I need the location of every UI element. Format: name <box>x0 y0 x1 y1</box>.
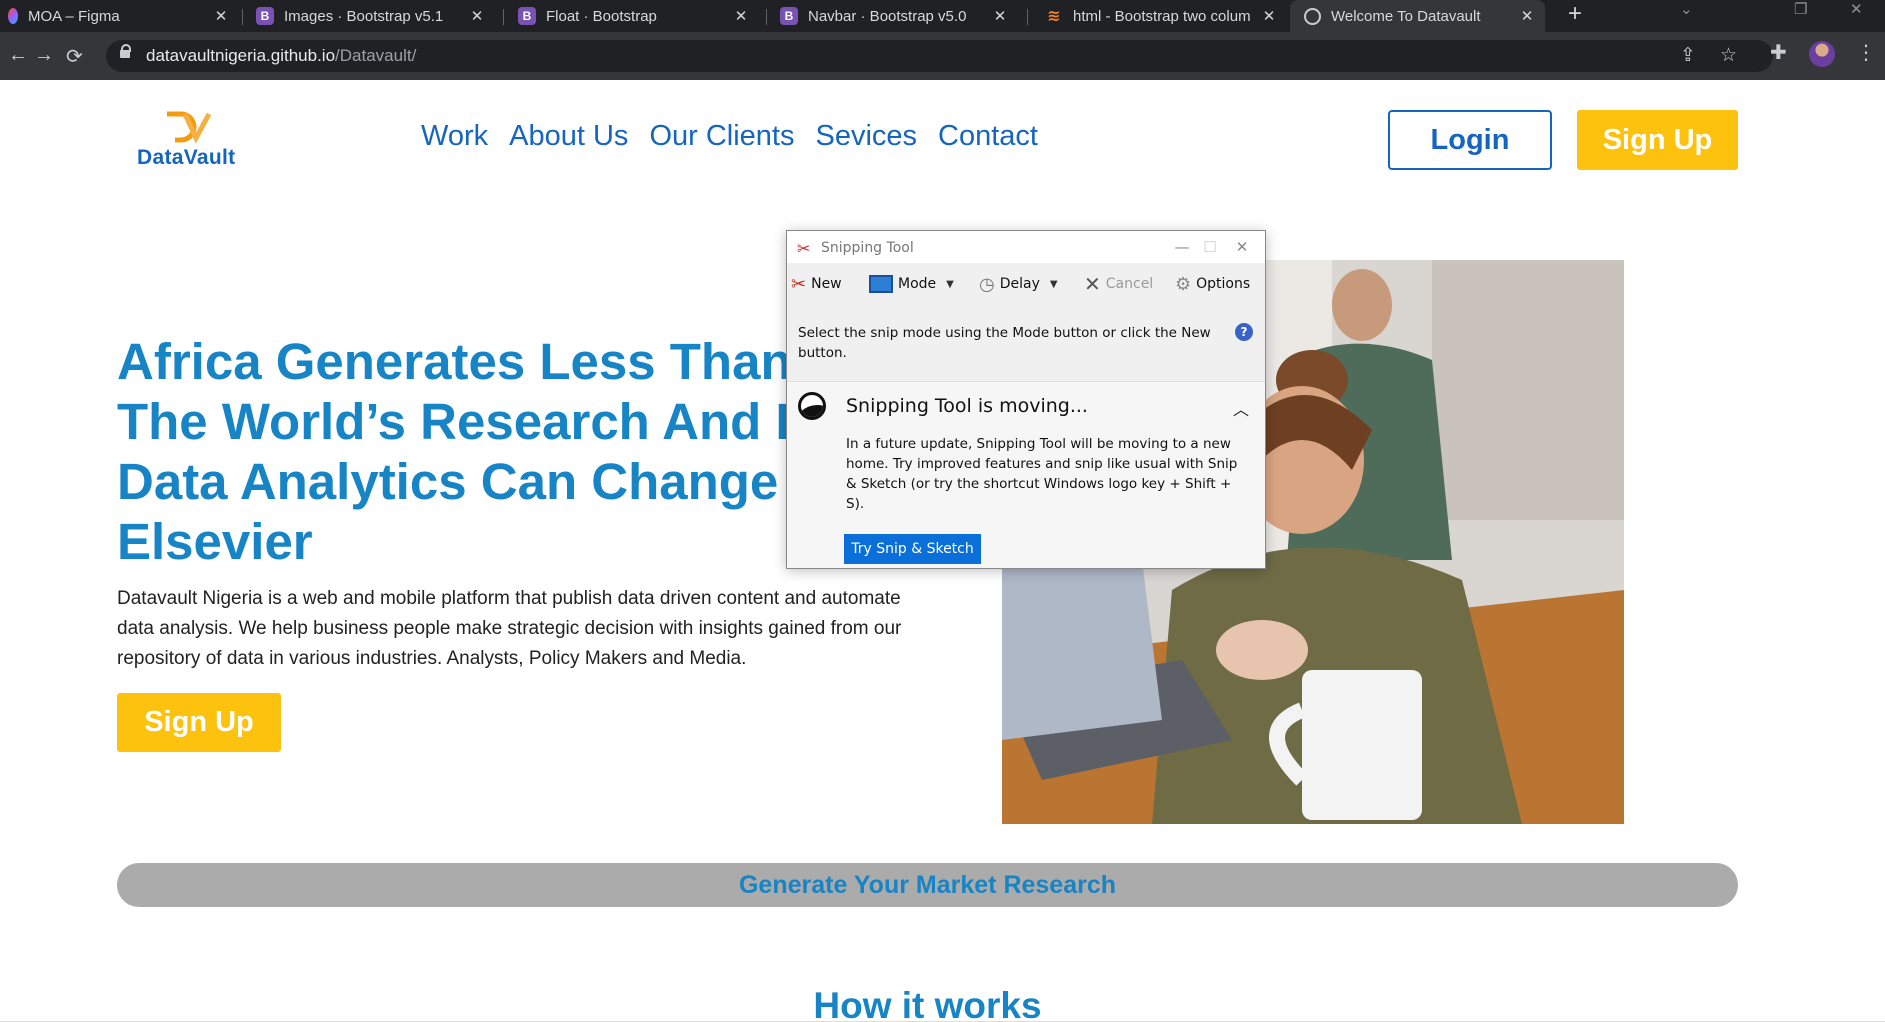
lock-icon <box>120 44 131 61</box>
tab-stackoverflow[interactable]: ≋ html - Bootstrap two colum ✕ <box>1045 0 1279 32</box>
notice-heading: Snipping Tool is moving... <box>846 395 1088 417</box>
signup-button-hero[interactable]: Sign Up <box>117 693 281 752</box>
url-path: /Datavault/ <box>335 46 417 65</box>
nav-our-clients[interactable]: Our Clients <box>649 120 794 153</box>
snipping-tool-titlebar[interactable]: ✂ Snipping Tool — ☐ ✕ <box>787 231 1265 263</box>
options-label: Options <box>1196 276 1251 292</box>
url-host: datavaultnigeria.github.io <box>146 46 336 65</box>
forward-icon[interactable]: → <box>34 44 54 67</box>
help-icon[interactable]: ? <box>1235 323 1253 341</box>
tab-datavault[interactable]: Welcome To Datavault ✕ <box>1290 0 1545 32</box>
tab-title: Images · Bootstrap v5.1 <box>284 7 444 25</box>
new-snip-button[interactable]: ✂ New <box>791 269 842 299</box>
tab-search-icon[interactable]: ⌄ <box>1680 0 1693 22</box>
window-title: Snipping Tool <box>821 240 914 256</box>
nav-about-us[interactable]: About Us <box>509 120 628 153</box>
close-window-icon[interactable]: ✕ <box>1850 0 1863 22</box>
bootstrap-icon: B <box>518 7 536 25</box>
tab-title: Welcome To Datavault <box>1331 7 1481 25</box>
browser-menu-icon[interactable]: ⋮ <box>1856 40 1876 65</box>
gear-icon: ⚙ <box>1175 273 1192 295</box>
dropdown-caret-icon: ▼ <box>946 278 954 290</box>
how-it-works-heading: How it works <box>813 985 1042 1022</box>
tab-title: Float · Bootstrap <box>546 7 657 25</box>
nav-services[interactable]: Sevices <box>815 120 917 153</box>
browser-tab-bar: MOA – Figma ✕ B Images · Bootstrap v5.1 … <box>0 0 1885 32</box>
new-tab-icon[interactable]: + <box>1568 0 1582 28</box>
extensions-puzzle-icon[interactable]: ✚ <box>1770 40 1787 65</box>
tab-float-bootstrap[interactable]: B Float · Bootstrap ✕ <box>518 0 751 32</box>
dropdown-caret-icon: ▼ <box>1049 278 1058 290</box>
nav-work[interactable]: Work <box>421 120 488 153</box>
chevron-up-icon[interactable]: ︿ <box>1233 396 1249 420</box>
moving-notice-panel: Snipping Tool is moving... ︿ In a future… <box>787 381 1265 568</box>
bootstrap-icon: B <box>780 7 798 25</box>
hero-description: Datavault Nigeria is a web and mobile pl… <box>117 588 902 669</box>
tab-images-bootstrap[interactable]: B Images · Bootstrap v5.1 ✕ <box>256 0 487 32</box>
close-icon[interactable]: ✕ <box>467 6 487 26</box>
browser-toolbar: ← → ⟳ datavaultnigeria.github.io/Datavau… <box>0 32 1885 80</box>
delay-button[interactable]: ◷ Delay ▼ <box>979 269 1058 299</box>
close-icon[interactable]: ✕ <box>731 6 751 26</box>
mode-button[interactable]: Mode ▼ <box>869 269 954 299</box>
cancel-label: Cancel <box>1105 276 1154 292</box>
back-icon[interactable]: ← <box>8 44 28 67</box>
x-icon: ✕ <box>1084 272 1101 296</box>
tab-title: html - Bootstrap two colum <box>1073 7 1251 25</box>
close-icon[interactable]: ✕ <box>1517 6 1537 26</box>
close-icon[interactable]: ✕ <box>211 6 231 26</box>
nav-contact[interactable]: Contact <box>938 120 1038 153</box>
options-button[interactable]: ⚙ Options <box>1175 269 1250 299</box>
generate-market-research-button[interactable]: Generate Your Market Research <box>117 863 1738 907</box>
restore-window-icon[interactable]: ❐ <box>1794 0 1807 22</box>
login-button[interactable]: Login <box>1388 110 1552 170</box>
clock-icon: ◷ <box>979 273 995 295</box>
figma-icon <box>8 8 18 24</box>
maximize-icon: ☐ <box>1203 238 1217 256</box>
profile-avatar[interactable] <box>1809 41 1835 67</box>
notice-body: In a future update, Snipping Tool will b… <box>846 436 1238 512</box>
scissors-icon: ✂ <box>791 273 807 295</box>
snip-and-sketch-icon <box>798 392 826 420</box>
datavault-logo-icon <box>167 111 212 144</box>
site-logo[interactable]: DataVault <box>137 110 257 170</box>
signup-button-header[interactable]: Sign Up <box>1577 110 1738 170</box>
globe-icon <box>1304 7 1321 25</box>
snipping-tool-window: ✂ Snipping Tool — ☐ ✕ ✂ New Mode ▼ ◷ Del… <box>786 230 1266 569</box>
tab-separator <box>1027 9 1028 25</box>
scissors-icon: ✂ <box>797 239 811 258</box>
snipping-toolbar: ✂ New Mode ▼ ◷ Delay ▼ ✕ Cancel ⚙ Option… <box>787 269 1265 299</box>
new-label: New <box>811 276 842 292</box>
share-icon[interactable]: ⇪ <box>1680 44 1696 67</box>
try-snip-sketch-button[interactable]: Try Snip & Sketch <box>844 534 981 564</box>
logo-text: DataVault <box>137 146 236 169</box>
tab-figma[interactable]: MOA – Figma ✕ <box>8 0 231 32</box>
tab-title: Navbar · Bootstrap v5.0 <box>808 7 967 25</box>
main-nav: Work About Us Our Clients Sevices Contac… <box>421 120 1059 153</box>
cancel-button: ✕ Cancel <box>1084 269 1153 299</box>
stackoverflow-icon: ≋ <box>1047 8 1061 25</box>
mode-label: Mode <box>898 276 937 292</box>
close-icon[interactable]: ✕ <box>990 6 1010 26</box>
bookmark-star-icon[interactable]: ☆ <box>1720 44 1737 67</box>
address-bar[interactable]: datavaultnigeria.github.io/Datavault/ ⇪ … <box>106 40 1773 72</box>
tab-separator <box>766 9 767 25</box>
snip-mode-hint: Select the snip mode using the Mode butt… <box>798 325 1211 361</box>
bootstrap-icon: B <box>256 7 274 25</box>
close-icon[interactable]: ✕ <box>1259 6 1279 26</box>
delay-label: Delay <box>999 276 1040 292</box>
url-text: datavaultnigeria.github.io/Datavault/ <box>146 46 416 66</box>
tab-title: MOA – Figma <box>28 7 120 25</box>
reload-icon[interactable]: ⟳ <box>66 44 83 69</box>
mode-rectangle-icon <box>869 275 893 293</box>
tab-navbar-bootstrap[interactable]: B Navbar · Bootstrap v5.0 ✕ <box>780 0 1010 32</box>
minimize-icon[interactable]: — <box>1167 236 1197 258</box>
close-icon[interactable]: ✕ <box>1227 236 1257 258</box>
tab-separator <box>503 9 504 25</box>
tab-separator <box>242 9 243 25</box>
